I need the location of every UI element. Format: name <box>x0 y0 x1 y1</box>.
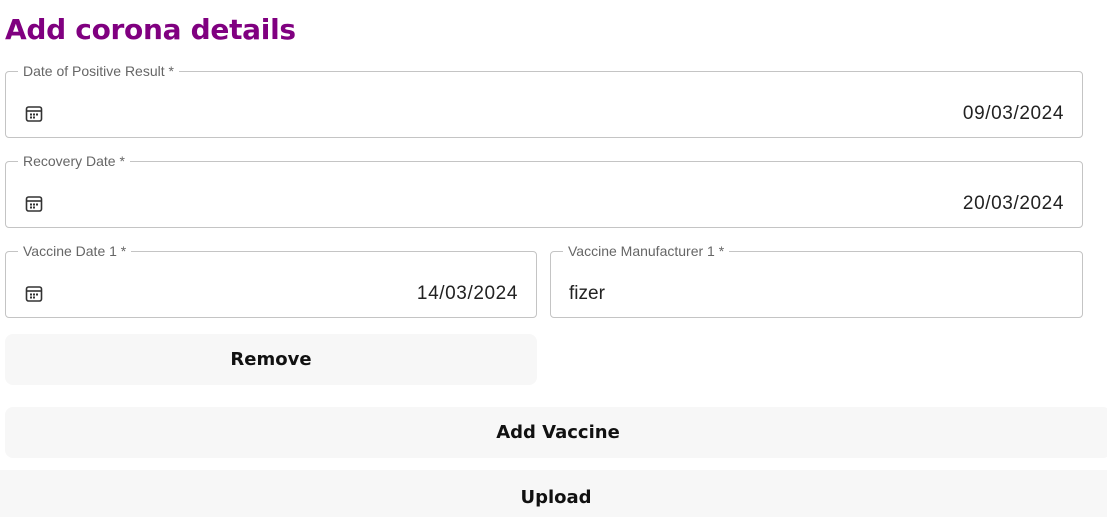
remove-vaccine-button[interactable]: Remove <box>5 334 537 385</box>
positive-date-value[interactable]: 09/03/2024 <box>963 103 1064 125</box>
vaccine-date-label: Vaccine Date 1 * <box>23 243 127 259</box>
recovery-date-label: Recovery Date * <box>23 153 125 169</box>
upload-button[interactable]: Upload <box>0 470 1107 517</box>
vaccine-date-field[interactable]: Vaccine Date 1 * 14/03/2024 <box>5 243 537 318</box>
vaccine-manufacturer-value[interactable]: fizer <box>569 283 605 305</box>
recovery-date-value[interactable]: 20/03/2024 <box>963 193 1064 215</box>
positive-date-field[interactable]: Date of Positive Result * 09/03/2024 <box>5 63 1083 138</box>
calendar-icon[interactable] <box>24 194 44 214</box>
vaccine-date-value[interactable]: 14/03/2024 <box>417 283 518 305</box>
vaccine-manufacturer-label: Vaccine Manufacturer 1 * <box>568 243 725 259</box>
calendar-icon[interactable] <box>24 284 44 304</box>
page-title: Add corona details <box>5 13 296 46</box>
recovery-date-field[interactable]: Recovery Date * 20/03/2024 <box>5 153 1083 228</box>
positive-date-label: Date of Positive Result * <box>23 63 174 79</box>
corona-details-page: Add corona details Date of Positive Resu… <box>0 0 1107 517</box>
vaccine-manufacturer-field[interactable]: Vaccine Manufacturer 1 * fizer <box>550 243 1083 318</box>
add-vaccine-button[interactable]: Add Vaccine <box>5 407 1107 458</box>
calendar-icon[interactable] <box>24 104 44 124</box>
